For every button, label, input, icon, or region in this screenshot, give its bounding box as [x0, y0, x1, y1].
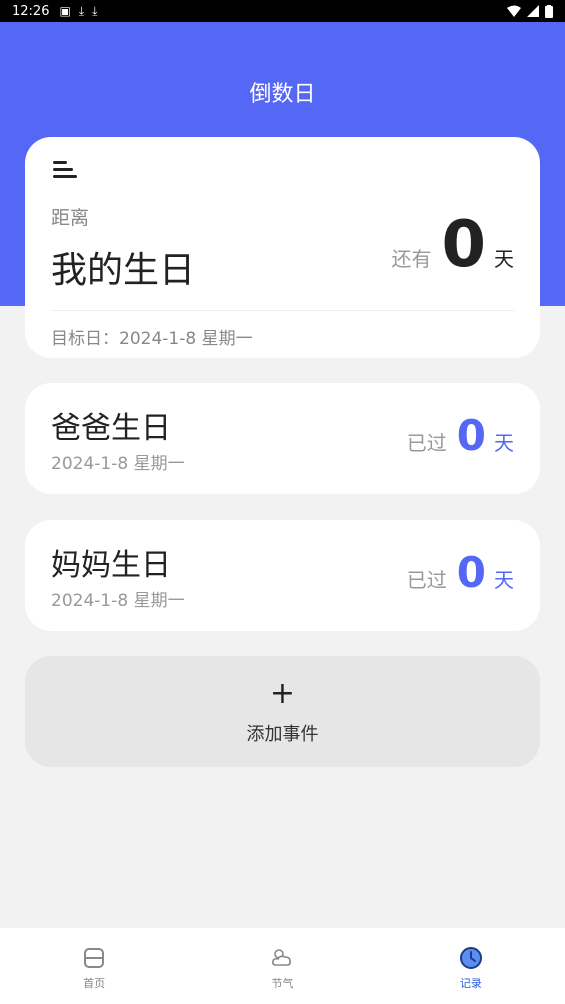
- event-name: 妈妈生日: [51, 548, 171, 583]
- days-count: 0: [456, 411, 486, 460]
- divider: [51, 310, 514, 311]
- plus-icon: +: [269, 676, 296, 711]
- event-card[interactable]: 妈妈生日 2024-1-8 星期一 已过 0 天: [25, 520, 540, 631]
- tab-label: 首页: [83, 977, 106, 990]
- days-count: 0: [456, 548, 486, 597]
- event-card[interactable]: 爸爸生日 2024-1-8 星期一 已过 0 天: [25, 383, 540, 494]
- menu-icon[interactable]: [53, 159, 77, 179]
- weather-icon: [272, 949, 292, 966]
- days-unit: 天: [494, 431, 514, 455]
- event-name: 我的生日: [51, 250, 196, 291]
- days-unit: 天: [494, 247, 514, 271]
- days-passed: 已过 0 天: [407, 413, 514, 459]
- wifi-icon: [507, 5, 521, 17]
- status-bar: 12:26 ▣ ⤓ ⤓: [0, 0, 565, 22]
- download-icon: ⤓: [92, 3, 98, 18]
- passed-prefix: 已过: [406, 568, 447, 592]
- download-icon: ⤓: [78, 3, 85, 18]
- passed-prefix: 已过: [406, 431, 447, 455]
- days-passed: 已过 0 天: [407, 550, 514, 596]
- add-event-button[interactable]: + 添加事件: [25, 656, 540, 767]
- event-date: 2024-1-8 星期一: [51, 454, 185, 474]
- clock-icon: [459, 947, 482, 969]
- featured-countdown-card[interactable]: 距离 我的生日 还有 0 天 目标日：2024-1-8 星期一: [25, 137, 540, 358]
- page-title: 倒数日: [249, 82, 316, 107]
- tab-label: 记录: [459, 977, 482, 990]
- days-unit: 天: [494, 568, 514, 592]
- battery-icon: [545, 4, 553, 18]
- remain-prefix: 还有: [391, 247, 432, 271]
- event-name: 爸爸生日: [51, 411, 171, 446]
- distance-label: 距离: [51, 207, 90, 229]
- target-date: 目标日：2024-1-8 星期一: [51, 329, 253, 349]
- signal-icon: [527, 5, 539, 17]
- add-event-label: 添加事件: [246, 724, 319, 745]
- days-remaining: 还有 0 天: [391, 213, 514, 277]
- notification-icon: ▣: [59, 4, 71, 18]
- tab-records[interactable]: 记录: [377, 928, 565, 1004]
- tab-home[interactable]: 首页: [0, 928, 188, 1004]
- tab-label: 节气: [271, 977, 294, 990]
- bottom-tab-bar: 首页 节气 记录: [0, 928, 565, 1004]
- status-time: 12:26: [12, 3, 50, 19]
- event-date: 2024-1-8 星期一: [51, 591, 185, 611]
- tab-solar-terms[interactable]: 节气: [188, 928, 376, 1004]
- home-icon: [84, 948, 105, 968]
- days-count: 0: [441, 208, 486, 282]
